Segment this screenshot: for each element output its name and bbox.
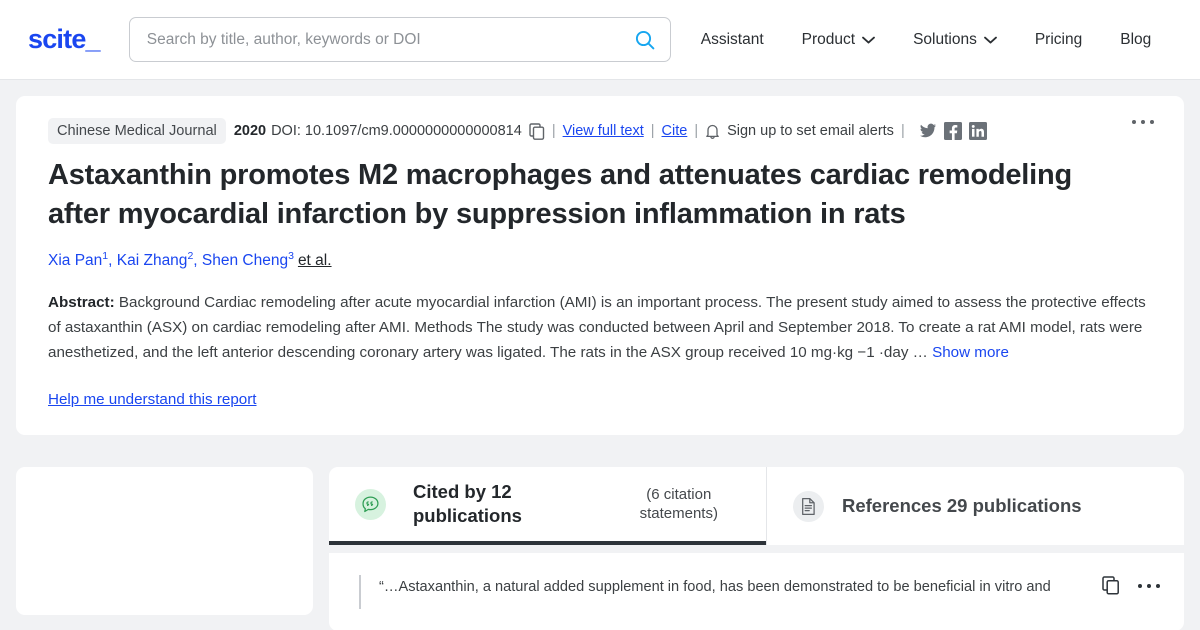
chevron-down-icon: [862, 36, 875, 44]
publication-year: 2020: [233, 123, 267, 139]
nav-item-blog[interactable]: Blog: [1101, 31, 1170, 49]
kebab-dot: [1138, 583, 1142, 588]
nav-label-product: Product: [801, 30, 856, 48]
tab-cited-by-label: Cited by 12 publications: [413, 481, 522, 527]
bell-icon[interactable]: [705, 123, 720, 140]
main-nav: Assistant Product Solutions Pricing Blog: [697, 31, 1176, 49]
search-input[interactable]: [128, 17, 671, 62]
article-meta-row: Chinese Medical Journal 2020 DOI: 10.109…: [48, 118, 1152, 144]
kebab-dot: [1156, 583, 1160, 588]
nav-label-solutions: Solutions: [913, 30, 977, 48]
kebab-dot: [1132, 120, 1136, 124]
et-al-link[interactable]: et al.: [298, 252, 332, 269]
meta-separator: |: [900, 123, 905, 139]
page-body: Chinese Medical Journal 2020 DOI: 10.109…: [0, 80, 1200, 451]
show-more-link[interactable]: Show more: [932, 344, 1009, 361]
kebab-dot: [1150, 120, 1154, 124]
sidebar-panel: [16, 467, 313, 616]
author-comma: ,: [108, 252, 113, 270]
author-name[interactable]: Shen Cheng: [202, 252, 288, 269]
nav-label-assistant: Assistant: [700, 30, 764, 48]
linkedin-icon[interactable]: [968, 122, 987, 140]
meta-separator: |: [694, 123, 699, 139]
tab-references[interactable]: References 29 publications: [766, 467, 1184, 546]
article-title: Astaxanthin promotes M2 macrophages and …: [48, 159, 1073, 230]
document-icon: [793, 490, 824, 522]
citation-statement-body: “…Astaxanthin, a natural added supplemen…: [329, 575, 1160, 610]
author-comma: ,: [193, 252, 198, 270]
author-name[interactable]: Xia Pan: [48, 252, 102, 269]
kebab-dot: [1141, 120, 1145, 124]
article-abstract: Abstract: Background Cardiac remodeling …: [48, 291, 1152, 365]
article-card: Chinese Medical Journal 2020 DOI: 10.109…: [16, 96, 1184, 436]
author-affiliation-marker: 3: [288, 250, 294, 263]
author-list: Xia Pan1, Kai Zhang2, Shen Cheng3 et al.: [48, 250, 1152, 270]
quote-accent-bar: [359, 575, 361, 610]
site-header: scite_ Assistant Product Solutions Pr: [0, 0, 1200, 80]
twitter-icon[interactable]: [919, 122, 937, 140]
quote-bubble-icon: [355, 488, 386, 520]
search-container: [128, 17, 671, 62]
nav-item-pricing[interactable]: Pricing: [1016, 31, 1101, 49]
view-full-text-link[interactable]: View full text: [563, 123, 644, 139]
meta-separator: |: [650, 123, 655, 139]
nav-item-product[interactable]: Product: [783, 31, 894, 49]
nav-item-solutions[interactable]: Solutions: [894, 31, 1016, 49]
tab-cited-by-sublabel: (6 citation statements): [639, 485, 718, 523]
citation-actions: [1102, 575, 1160, 595]
search-icon[interactable]: [633, 28, 657, 52]
copy-icon[interactable]: [1102, 576, 1120, 595]
citation-menu-button[interactable]: [1138, 583, 1160, 588]
citation-statement-card: “…Astaxanthin, a natural added supplemen…: [329, 553, 1184, 630]
copy-icon[interactable]: [529, 122, 545, 140]
facebook-icon[interactable]: [943, 122, 962, 140]
nav-item-assistant[interactable]: Assistant: [697, 31, 783, 49]
citations-column: Cited by 12 publications (6 citation sta…: [329, 467, 1184, 630]
journal-badge[interactable]: Chinese Medical Journal: [48, 118, 226, 144]
nav-label-pricing: Pricing: [1034, 30, 1083, 48]
meta-separator: |: [551, 123, 556, 139]
lower-section: Cited by 12 publications (6 citation sta…: [0, 467, 1200, 630]
help-understand-report-link[interactable]: Help me understand this report: [48, 391, 257, 408]
article-menu-button[interactable]: [1126, 114, 1160, 130]
abstract-label: Abstract:: [48, 294, 115, 312]
tab-cited-by[interactable]: Cited by 12 publications (6 citation sta…: [329, 467, 766, 546]
citation-statement-text: “…Astaxanthin, a natural added supplemen…: [379, 579, 1051, 596]
email-alerts-label[interactable]: Sign up to set email alerts: [727, 123, 894, 139]
tab-references-label: References 29 publications: [842, 495, 1082, 517]
scite-logo[interactable]: scite_: [28, 24, 101, 55]
chevron-down-icon: [983, 36, 997, 44]
author-name[interactable]: Kai Zhang: [117, 252, 188, 269]
doi-text: DOI: 10.1097/cm9.0000000000000814: [271, 123, 522, 139]
citation-tabs: Cited by 12 publications (6 citation sta…: [329, 467, 1184, 546]
kebab-dot: [1147, 583, 1151, 588]
nav-label-blog: Blog: [1120, 30, 1152, 48]
cite-link[interactable]: Cite: [662, 123, 688, 139]
